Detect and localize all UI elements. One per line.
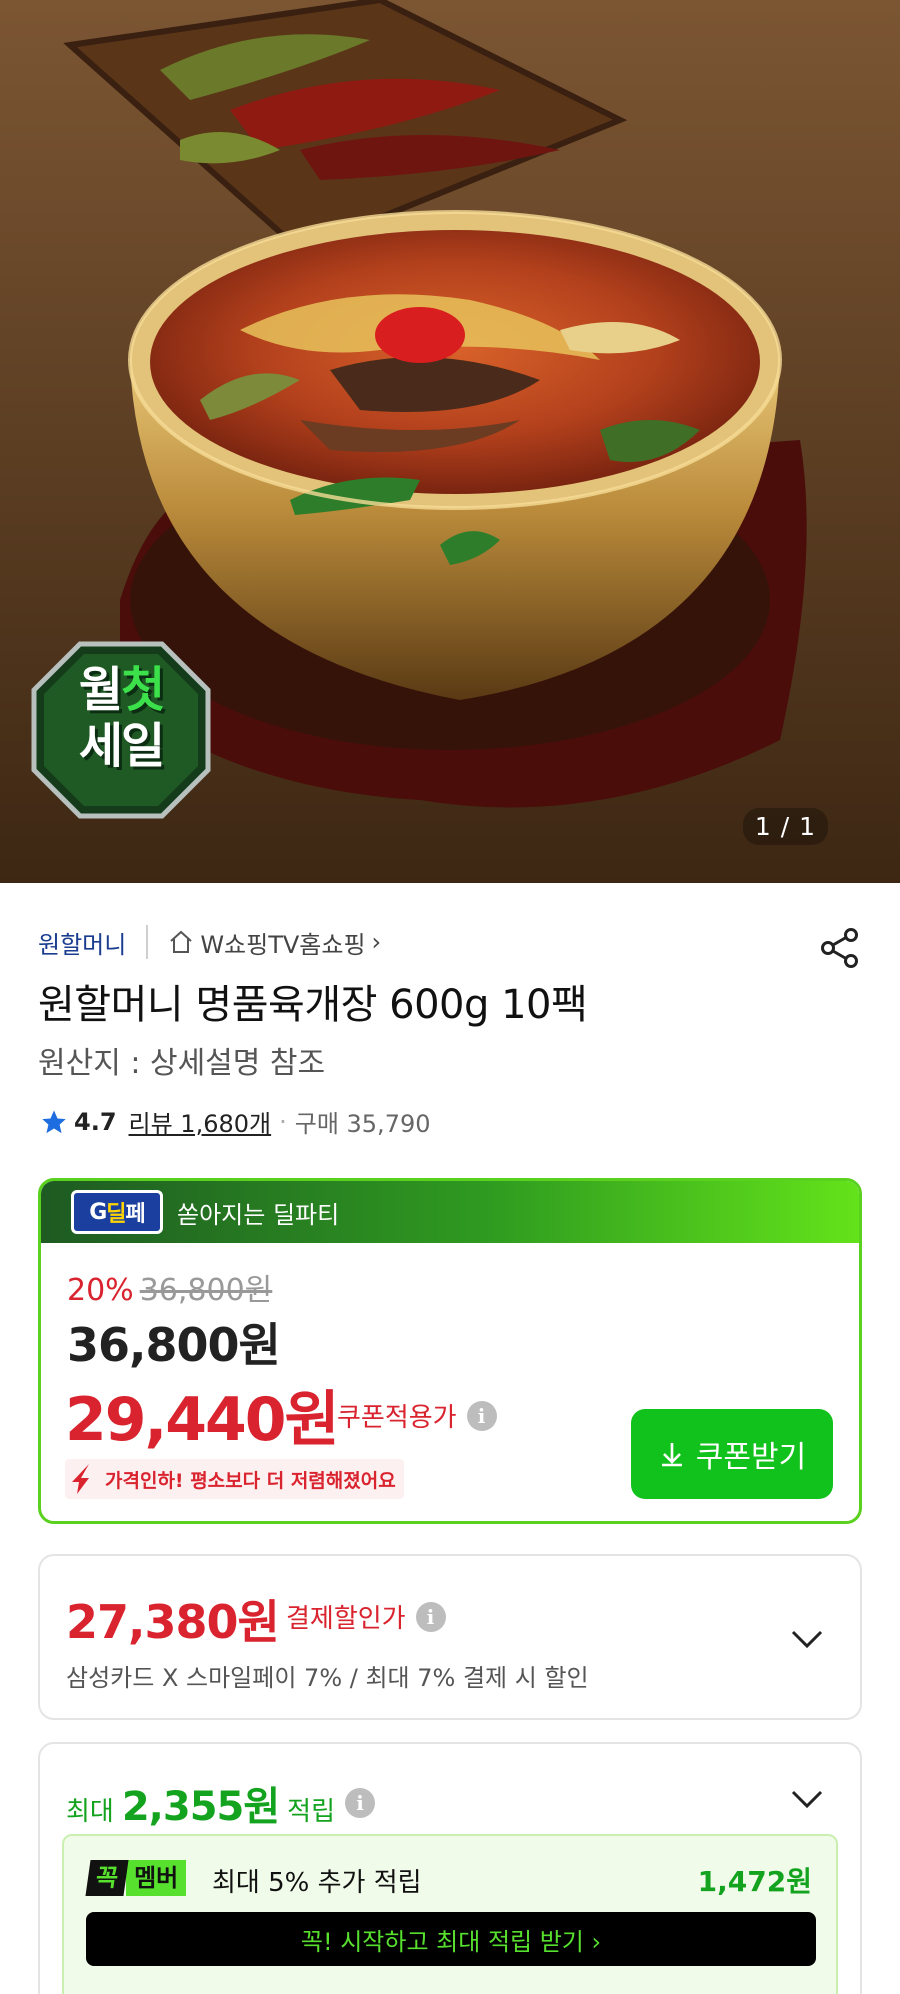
deal-header: G딜페 쏟아지는 딜파티 [41, 1181, 859, 1243]
discount-row: 20% 36,800원 [67, 1265, 272, 1309]
info-icon[interactable]: i [466, 1400, 497, 1431]
seller-row: 원할머니 W쇼핑TV홈쇼핑 › [38, 922, 381, 962]
chevron-right-icon: › [371, 928, 382, 956]
store-link[interactable]: W쇼핑TV홈쇼핑 › [168, 925, 381, 960]
rating-score: 4.7 [74, 1107, 117, 1136]
deal-price-box: G딜페 쏟아지는 딜파티 20% 36,800원 36,800원 29,440원 … [38, 1178, 862, 1524]
product-title: 원할머니 명품육개장 600g 10팩 [38, 982, 588, 1028]
start-member-button[interactable]: 꼭! 시작하고 최대 적립 받기 › [86, 1912, 816, 1966]
member-reward-box: 꼭 멤버 최대 5% 추가 적립 1,472원 꼭! 시작하고 최대 적립 받기 … [62, 1834, 838, 1994]
max-reward-amount: 2,355원 [121, 1784, 280, 1830]
chevron-down-icon[interactable] [790, 1628, 824, 1650]
share-button[interactable] [818, 926, 862, 970]
star-icon [42, 1109, 66, 1133]
discount-rate: 20% [67, 1273, 134, 1308]
max-reward-row: 최대 2,355원 적립 i [66, 1774, 376, 1832]
download-icon [661, 1443, 682, 1467]
deal-title: 쏟아지는 딜파티 [177, 1200, 340, 1229]
card-discount-price: 27,380원 [66, 1595, 280, 1649]
seller-divider [146, 925, 149, 959]
coupon-price-label: 쿠폰적용가 i [337, 1397, 497, 1434]
get-coupon-button[interactable]: 쿠폰받기 [631, 1409, 833, 1499]
coupon-price: 29,440원 [65, 1385, 340, 1455]
product-image[interactable]: 월첫 세일 1 / 1 [0, 0, 900, 883]
member-reward-text: 최대 5% 추가 적립 [212, 1868, 422, 1898]
info-icon[interactable]: i [415, 1601, 446, 1632]
review-link[interactable]: 리뷰 1,680개 [129, 1104, 272, 1139]
month-first-sale-badge: 월첫 세일 [30, 640, 212, 820]
image-page-indicator: 1 / 1 [742, 808, 828, 845]
down-arrow-icon [72, 1464, 89, 1494]
purchase-count: 구매 35,790 [294, 1110, 431, 1138]
chevron-down-icon[interactable] [790, 1788, 824, 1810]
original-price: 36,800원 [139, 1273, 273, 1308]
sale-price: 36,800원 [67, 1318, 281, 1372]
card-discount-box[interactable]: 27,380원 결제할인가 i 삼성카드 X 스마일페이 7% / 최대 7% … [38, 1554, 862, 1720]
price-drop-note: 가격인하! 평소보다 더 저렴해졌어요 [65, 1459, 404, 1499]
store-name: W쇼핑TV홈쇼핑 [200, 930, 366, 959]
card-discount-description: 삼성카드 X 스마일페이 7% / 최대 7% 결제 시 할인 [66, 1664, 589, 1692]
separator-dot: · [279, 1107, 287, 1136]
brand-link[interactable]: 원할머니 [38, 925, 126, 960]
rating-row: 4.7 리뷰 1,680개 · 구매 35,790 [40, 1104, 431, 1139]
info-icon[interactable]: i [345, 1788, 376, 1818]
kkok-member-badge: 꼭 멤버 [85, 1860, 187, 1896]
home-icon [170, 930, 192, 953]
share-icon [821, 928, 858, 968]
card-discount-label: 결제할인가 i [286, 1598, 446, 1635]
gdeal-logo: G딜페 [71, 1190, 163, 1234]
product-origin: 원산지 : 상세설명 참조 [38, 1046, 326, 1081]
member-reward-amount: 1,472원 [697, 1865, 812, 1898]
reward-box: 최대 2,355원 적립 i 꼭 멤버 최대 5% 추가 적립 1,472원 꼭!… [38, 1742, 862, 1994]
